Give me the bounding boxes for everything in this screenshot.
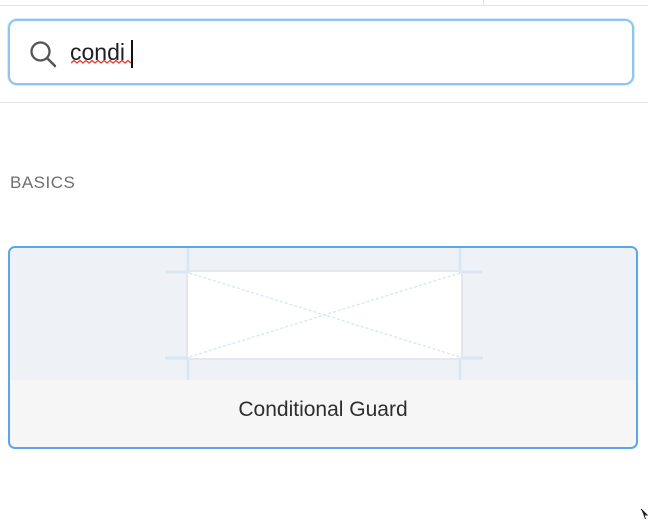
- section-title: BASICS: [10, 173, 76, 192]
- spellcheck-underline: [71, 59, 131, 64]
- cursor-icon: [640, 508, 648, 520]
- search-input[interactable]: [70, 33, 610, 71]
- top-divider: [483, 0, 484, 5]
- text-caret: [131, 40, 133, 68]
- search-icon: [28, 39, 58, 69]
- placeholder-box-icon: [165, 248, 483, 380]
- card-thumbnail: [10, 248, 636, 380]
- result-card-conditional-guard[interactable]: Conditional Guard: [8, 246, 638, 449]
- card-label: Conditional Guard: [238, 398, 408, 421]
- search-box[interactable]: [8, 19, 634, 85]
- search-bar: [0, 6, 648, 103]
